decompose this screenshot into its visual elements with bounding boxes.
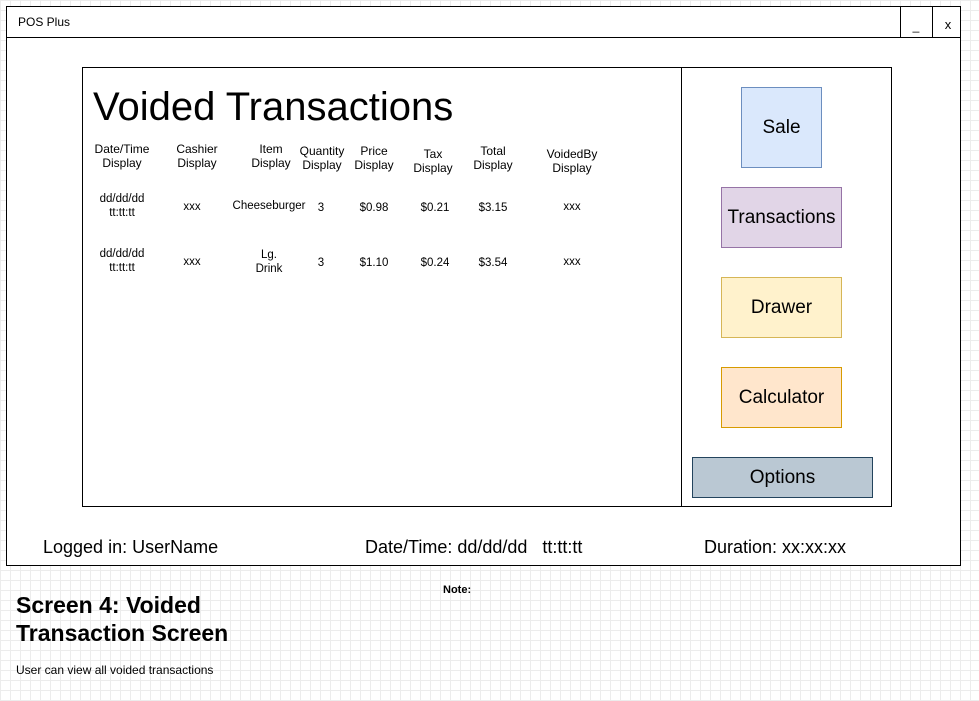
screen-caption-description: User can view all voided transactions <box>16 663 214 677</box>
screen-caption-title: Screen 4: Voided Transaction Screen <box>16 592 229 646</box>
cell-datetime: dd/dd/dd tt:tt:tt <box>99 248 145 274</box>
logged-in-status: Logged in: UserName <box>43 537 219 557</box>
app-window: POS Plus _ x Voided Transactions Date/Ti… <box>6 6 961 566</box>
cell-total: $3.15 <box>478 202 508 214</box>
column-header-datetime: Date/Time Display <box>94 142 150 170</box>
cell-total: $3.54 <box>478 257 508 269</box>
cell-price: $1.10 <box>359 257 389 269</box>
close-button[interactable]: x <box>932 7 963 37</box>
column-header-price: Price Display <box>354 144 394 172</box>
cell-cashier: xxx <box>183 201 201 213</box>
title-bar: POS Plus _ x <box>7 7 960 38</box>
column-header-total: Total Display <box>473 144 513 172</box>
cell-tax: $0.24 <box>420 257 450 269</box>
column-header-cashier: Cashier Display <box>176 142 218 170</box>
navigation-panel: Sale Transactions Drawer Calculator Opti… <box>681 67 892 507</box>
cell-quantity: 3 <box>317 257 325 269</box>
minimize-button[interactable]: _ <box>900 7 931 37</box>
cell-quantity: 3 <box>317 202 325 214</box>
voided-transactions-panel: Voided Transactions Date/Time Display Cas… <box>82 67 682 507</box>
column-header-quantity: Quantity Display <box>299 144 345 172</box>
cell-item: Cheeseburger <box>232 200 306 212</box>
cell-voidedby: xxx <box>563 256 581 268</box>
app-title: POS Plus <box>18 15 71 29</box>
transactions-button[interactable]: Transactions <box>721 187 842 248</box>
cell-datetime: dd/dd/dd tt:tt:tt <box>99 193 145 219</box>
sale-button[interactable]: Sale <box>741 87 822 168</box>
cell-price: $0.98 <box>359 202 389 214</box>
page-title: Voided Transactions <box>93 85 454 129</box>
cell-voidedby: xxx <box>563 201 581 213</box>
column-header-item: Item Display <box>251 142 291 170</box>
drawer-button[interactable]: Drawer <box>721 277 842 338</box>
cell-item: Lg. Drink <box>255 249 283 275</box>
datetime-status: Date/Time: dd/dd/dd tt:tt:tt <box>365 537 583 557</box>
duration-status: Duration: xx:xx:xx <box>704 537 847 557</box>
cell-tax: $0.21 <box>420 202 450 214</box>
column-header-tax: Tax Display <box>413 147 453 175</box>
cell-cashier: xxx <box>183 256 201 268</box>
options-button[interactable]: Options <box>692 457 873 498</box>
calculator-button[interactable]: Calculator <box>721 367 842 428</box>
note-label: Note: <box>443 584 472 596</box>
column-header-voidedby: VoidedBy Display <box>546 147 598 175</box>
